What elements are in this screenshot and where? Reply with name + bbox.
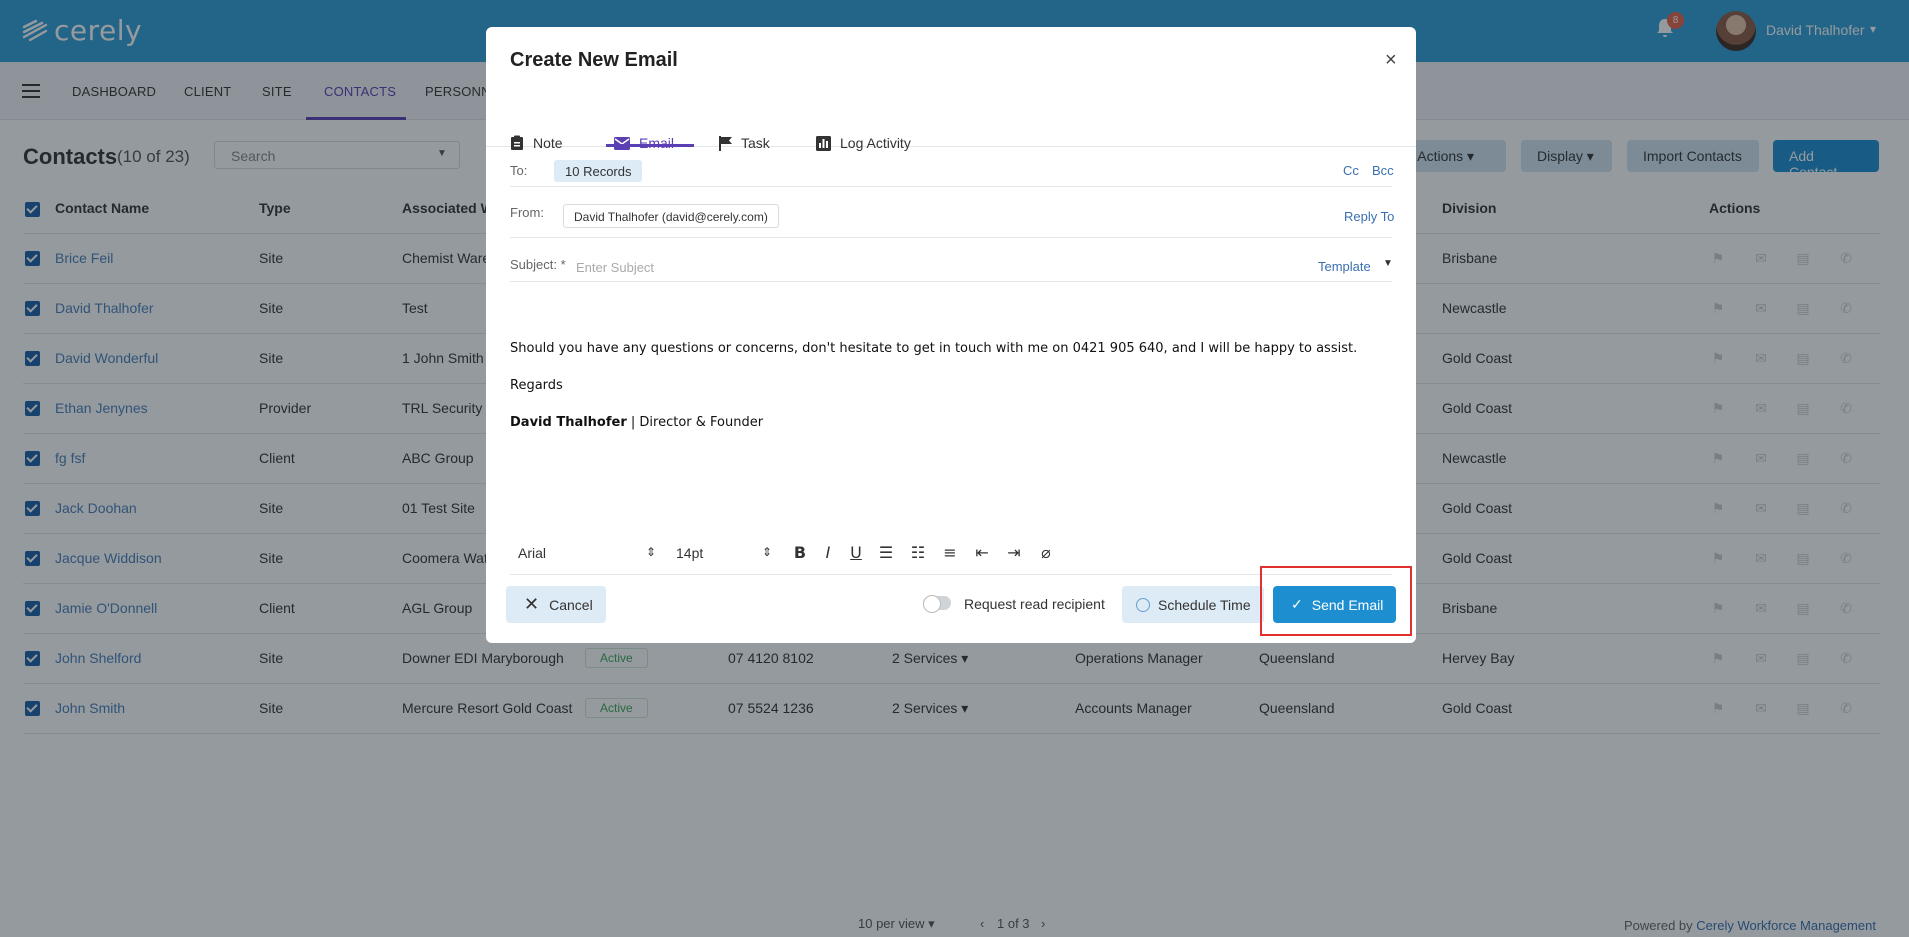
email-body-regards[interactable]: Regards [510, 378, 563, 393]
modal-title: Create New Email [510, 49, 678, 71]
tab-note-label: Note [533, 135, 563, 151]
to-recipients-chip[interactable]: 10 Records [554, 160, 643, 182]
align-left-icon[interactable]: ≡ [940, 543, 960, 562]
create-email-modal: Create New Email × Note Email Task Log A… [486, 27, 1416, 643]
size-select-arrows-icon[interactable]: ⇕ [762, 545, 772, 559]
read-receipt-toggle[interactable] [923, 595, 951, 613]
schedule-time-button[interactable]: Schedule Time [1122, 586, 1264, 623]
schedule-label: Schedule Time [1158, 596, 1251, 613]
tab-active-indicator [606, 144, 694, 147]
tab-note[interactable]: Note [510, 135, 563, 151]
template-chevron-down-icon[interactable]: ▼ [1383, 258, 1393, 269]
font-select-arrows-icon[interactable]: ⇕ [646, 545, 656, 559]
flag-icon [719, 135, 732, 151]
tab-log-label: Log Activity [840, 135, 911, 151]
underline-icon[interactable]: U [846, 543, 866, 562]
clock-icon [1136, 597, 1150, 612]
tab-email[interactable]: Email [614, 135, 674, 151]
font-family-select[interactable]: Arial [518, 545, 546, 561]
subject-label: Subject: * [510, 257, 566, 272]
bullet-list-icon[interactable]: ☰ [876, 543, 896, 562]
cc-link[interactable]: Cc [1343, 163, 1359, 178]
tab-email-label: Email [639, 135, 675, 151]
cancel-button[interactable]: ✕ Cancel [506, 586, 606, 623]
from-select[interactable]: David Thalhofer (david@cerely.com) [563, 204, 779, 228]
close-icon[interactable]: × [1385, 49, 1397, 72]
envelope-icon [614, 136, 630, 150]
bold-icon[interactable]: B [790, 543, 810, 562]
outdent-icon[interactable]: ⇤ [972, 543, 992, 562]
font-size-select[interactable]: 14pt [676, 545, 703, 561]
signature-role: | Director & Founder [626, 415, 764, 430]
to-label: To: [510, 163, 528, 178]
signature-name: David Thalhofer [510, 415, 627, 430]
numbered-list-icon[interactable]: ☷ [908, 543, 928, 562]
email-signature[interactable]: David Thalhofer | Director & Founder [510, 415, 763, 430]
field-divider [510, 186, 1392, 187]
template-select[interactable]: Template [1318, 259, 1371, 274]
close-x-icon: ✕ [524, 594, 540, 614]
attachment-icon[interactable]: ⌀ [1036, 543, 1056, 562]
tab-task-label: Task [741, 135, 770, 151]
tab-log-activity[interactable]: Log Activity [816, 135, 911, 151]
highlight-box [1260, 566, 1412, 636]
tab-task[interactable]: Task [719, 135, 770, 151]
field-divider [510, 281, 1392, 282]
indent-icon[interactable]: ⇥ [1004, 543, 1024, 562]
from-label: From: [510, 205, 544, 220]
subject-input[interactable]: Enter Subject [576, 260, 654, 275]
italic-icon[interactable]: I [818, 543, 838, 562]
clipboard-icon [511, 135, 523, 150]
reply-to-link[interactable]: Reply To [1344, 209, 1394, 224]
cancel-label: Cancel [549, 596, 593, 613]
bcc-link[interactable]: Bcc [1372, 163, 1394, 178]
read-receipt-label: Request read recipient [964, 596, 1105, 612]
field-divider [510, 237, 1392, 238]
email-body-line[interactable]: Should you have any questions or concern… [510, 341, 1357, 356]
bar-chart-icon [816, 135, 831, 151]
